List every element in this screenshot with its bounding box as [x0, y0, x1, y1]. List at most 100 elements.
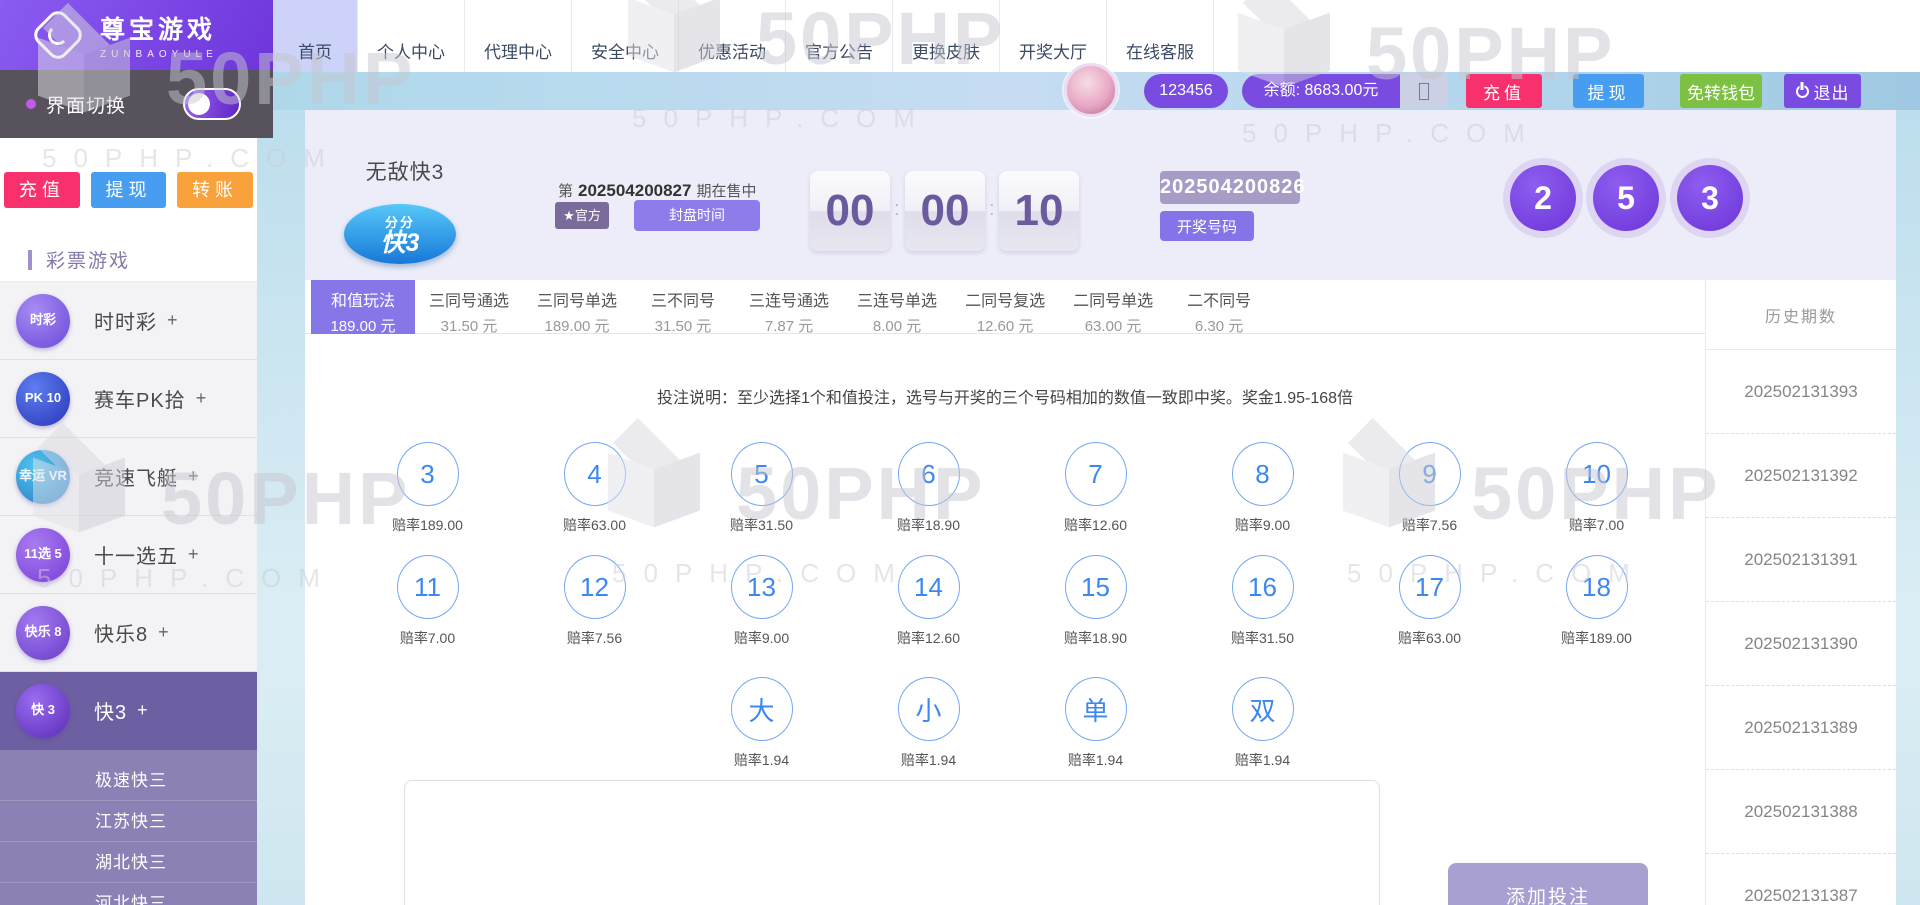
history-title: 历史期数 — [1706, 280, 1896, 350]
bet-option-odd[interactable]: 单 赔率1.94 — [1012, 677, 1179, 770]
tab-hezhi[interactable]: 和值玩法 189.00 元 — [311, 280, 415, 334]
add-bet-button[interactable]: 添加投注 — [1448, 863, 1648, 905]
tab-name: 二不同号 — [1181, 287, 1257, 311]
bet-option-18[interactable]: 18 赔率189.00 — [1513, 555, 1680, 648]
nav-announcements[interactable]: 官方公告 — [786, 0, 893, 72]
balance-refresh-button[interactable] — [1400, 74, 1447, 108]
shishicai-icon: 时彩 — [16, 294, 70, 348]
bet-option-big[interactable]: 大 赔率1.94 — [678, 677, 845, 770]
transfer-button[interactable]: 转账 — [177, 172, 253, 208]
odds-prefix: 赔率 — [901, 752, 929, 768]
sidebar-item-shishicai[interactable]: 时彩 时时彩 + — [0, 282, 257, 360]
interface-toggle-switch[interactable] — [183, 88, 241, 120]
bet-option-14[interactable]: 14 赔率12.60 — [845, 555, 1012, 648]
pk10-icon: PK 10 — [16, 372, 70, 426]
tab-price: 8.00 元 — [857, 315, 937, 336]
submenu-item-hebei-kuai3[interactable]: 河北快三 — [0, 883, 257, 905]
ball-circle: 4 — [564, 442, 626, 506]
history-row: 202502131391 — [1706, 518, 1896, 602]
tab-santonghao-danxuan[interactable]: 三同号单选 189.00 元 — [523, 280, 631, 334]
odds-prefix: 赔率 — [1235, 752, 1263, 768]
tab-sanbutonghao[interactable]: 三不同号 31.50 元 — [631, 280, 735, 334]
tab-sanlianhao-tongxuan[interactable]: 三连号通选 7.87 元 — [735, 280, 843, 334]
plus-icon: + — [158, 622, 169, 643]
tab-name: 二同号单选 — [1073, 287, 1153, 311]
bet-option-16[interactable]: 16 赔率31.50 — [1179, 555, 1346, 648]
sidebar-item-11x5[interactable]: 11选 5 十一选五 + — [0, 516, 257, 594]
recharge-button[interactable]: 充值 — [4, 172, 80, 208]
game-title: 无敌快3 — [345, 156, 465, 186]
close-time-button[interactable]: 封盘时间 — [634, 200, 760, 231]
bet-option-13[interactable]: 13 赔率9.00 — [678, 555, 845, 648]
nav-personal-center[interactable]: 个人中心 — [358, 0, 465, 72]
nav-promotions[interactable]: 优惠活动 — [679, 0, 786, 72]
history-row: 202502131392 — [1706, 434, 1896, 518]
bet-option-even[interactable]: 双 赔率1.94 — [1179, 677, 1346, 770]
star-icon: ★ — [563, 208, 575, 223]
odds-value: 7.56 — [595, 630, 622, 646]
tab-santonghao-tongxuan[interactable]: 三同号通选 31.50 元 — [415, 280, 523, 334]
nav-agent-center[interactable]: 代理中心 — [465, 0, 572, 72]
nav-customer-service[interactable]: 在线客服 — [1107, 0, 1214, 72]
bet-option-11[interactable]: 11 赔率7.00 — [344, 555, 511, 648]
sidebar-item-pk10[interactable]: PK 10 赛车PK拾 + — [0, 360, 257, 438]
ball-number: 15 — [1081, 572, 1110, 603]
odds-prefix: 赔率 — [897, 517, 925, 533]
tab-ertonghao-danxuan[interactable]: 二同号单选 63.00 元 — [1059, 280, 1167, 334]
countdown-seconds: 10 — [999, 171, 1079, 251]
ball-circle: 17 — [1399, 555, 1461, 619]
kuai3-icon: 快 3 — [16, 684, 70, 738]
tab-erbutonghao[interactable]: 二不同号 6.30 元 — [1167, 280, 1271, 334]
sidebar-item-kuai3[interactable]: 快 3 快3 + — [0, 672, 257, 750]
sidebar-item-feiting[interactable]: 幸运 VR 竞速飞艇 + — [0, 438, 257, 516]
bet-option-10[interactable]: 10 赔率7.00 — [1513, 442, 1680, 535]
nav-home[interactable]: 首页 — [273, 0, 358, 72]
avatar[interactable] — [1064, 63, 1118, 117]
logout-button[interactable]: 退出 — [1784, 74, 1861, 108]
draw-numbers-button[interactable]: 开奖号码 — [1160, 211, 1254, 241]
bet-option-5[interactable]: 5 赔率31.50 — [678, 442, 845, 535]
bet-option-4[interactable]: 4 赔率63.00 — [511, 442, 678, 535]
sidebar-item-kuaile8[interactable]: 快乐 8 快乐8 + — [0, 594, 257, 672]
interface-toggle-bar: 界面切换 — [0, 70, 273, 138]
bet-option-7[interactable]: 7 赔率12.60 — [1012, 442, 1179, 535]
withdraw-button[interactable]: 提现 — [91, 172, 167, 208]
plus-icon: + — [167, 310, 178, 331]
sidebar-quick-buttons: 充值 提现 转账 — [0, 138, 257, 208]
official-badge: ★官方 — [555, 202, 609, 229]
odds-prefix: 赔率 — [734, 752, 762, 768]
recharge-label: 充值 — [1483, 79, 1525, 104]
submenu-item-hubei-kuai3[interactable]: 湖北快三 — [0, 842, 257, 883]
bet-option-6[interactable]: 6 赔率18.90 — [845, 442, 1012, 535]
topbar-withdraw-button[interactable]: 提现 — [1573, 74, 1644, 108]
bet-option-small[interactable]: 小 赔率1.94 — [845, 677, 1012, 770]
kuai3-submenu: 极速快三 江苏快三 湖北快三 河北快三 — [0, 750, 257, 905]
ball-number: 单 — [1082, 691, 1108, 728]
bet-option-9[interactable]: 9 赔率7.56 — [1346, 442, 1513, 535]
bet-option-8[interactable]: 8 赔率9.00 — [1179, 442, 1346, 535]
ball-number: 14 — [914, 572, 943, 603]
ball-number: 5 — [754, 459, 768, 490]
ball-number: 8 — [1255, 459, 1269, 490]
tab-sanlianhao-danxuan[interactable]: 三连号单选 8.00 元 — [843, 280, 951, 334]
bet-option-12[interactable]: 12 赔率7.56 — [511, 555, 678, 648]
topbar-recharge-button[interactable]: 充值 — [1466, 74, 1542, 108]
tab-ertonghao-fuxuan[interactable]: 二同号复选 12.60 元 — [951, 280, 1059, 334]
big-small-odd-even-row: 大 赔率1.94 小 赔率1.94 单 赔率1.94 双 赔率1.94 — [678, 677, 1346, 770]
ball-circle: 9 — [1399, 442, 1461, 506]
bet-option-15[interactable]: 15 赔率18.90 — [1012, 555, 1179, 648]
bet-option-17[interactable]: 17 赔率63.00 — [1346, 555, 1513, 648]
play-method-tabs: 和值玩法 189.00 元 三同号通选 31.50 元 三同号单选 189.00… — [305, 280, 1705, 334]
nav-security-center[interactable]: 安全中心 — [572, 0, 679, 72]
tab-price: 6.30 元 — [1181, 315, 1257, 336]
submenu-item-jiangsu-kuai3[interactable]: 江苏快三 — [0, 801, 257, 842]
bet-option-3[interactable]: 3 赔率189.00 — [344, 442, 511, 535]
history-row: 202502131388 — [1706, 770, 1896, 854]
nav-change-skin[interactable]: 更换皮肤 — [893, 0, 1000, 72]
brand-subtitle: ZUNBAOYULE — [100, 49, 218, 60]
nav-draw-hall[interactable]: 开奖大厅 — [1000, 0, 1107, 72]
countdown-hours: 00 — [810, 171, 890, 251]
submenu-item-jisu-kuai3[interactable]: 极速快三 — [0, 760, 257, 801]
countdown-minutes: 00 — [905, 171, 985, 251]
free-wallet-button[interactable]: 免转钱包 — [1680, 74, 1762, 108]
